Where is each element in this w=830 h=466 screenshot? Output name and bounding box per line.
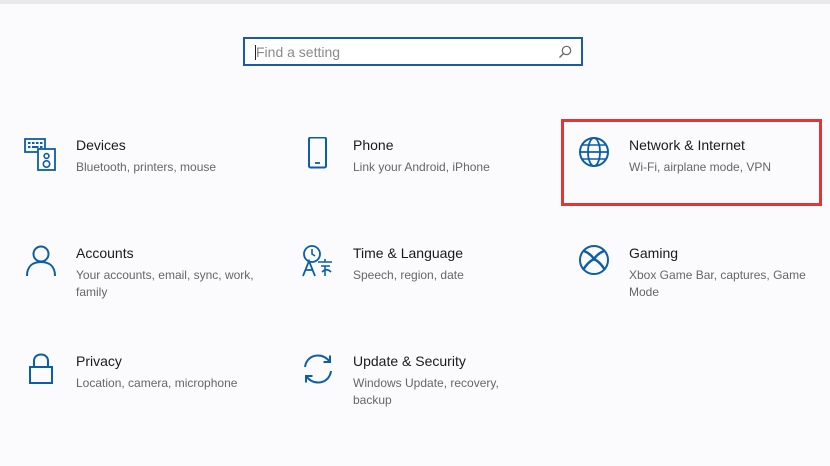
- tile-description: Link your Android, iPhone: [353, 160, 490, 174]
- phone-icon: [301, 137, 335, 173]
- tile-gaming[interactable]: Gaming Xbox Game Bar, captures, Game Mod…: [577, 245, 807, 305]
- xbox-icon: [577, 245, 611, 281]
- lock-icon: [24, 353, 58, 389]
- sync-icon: [301, 353, 335, 389]
- search-icon[interactable]: [557, 44, 573, 60]
- tile-privacy[interactable]: Privacy Location, camera, microphone: [24, 353, 254, 413]
- tile-description: Windows Update, recovery, backup: [353, 376, 499, 407]
- tile-time-language[interactable]: Time & Language Speech, region, date: [301, 245, 531, 305]
- tile-update-security[interactable]: Update & Security Windows Update, recove…: [301, 353, 531, 413]
- tile-description: Location, camera, microphone: [76, 376, 238, 390]
- tile-phone[interactable]: Phone Link your Android, iPhone: [301, 137, 531, 197]
- tile-title: Accounts: [76, 245, 134, 261]
- tile-devices[interactable]: Devices Bluetooth, printers, mouse: [24, 137, 254, 197]
- tile-description: Bluetooth, printers, mouse: [76, 160, 217, 174]
- tile-title: Devices: [76, 137, 126, 153]
- tile-description: Speech, region, date: [353, 268, 464, 282]
- top-strip: [0, 0, 830, 4]
- time-language-icon: [301, 245, 335, 281]
- tile-description: Your accounts, email, sync, work, family: [76, 268, 254, 299]
- tile-title: Update & Security: [353, 353, 466, 369]
- devices-icon: [24, 137, 58, 173]
- search-box[interactable]: [243, 37, 583, 66]
- person-icon: [24, 245, 58, 281]
- highlight-box: [561, 119, 822, 206]
- tile-title: Phone: [353, 137, 394, 153]
- tile-title: Gaming: [629, 245, 679, 261]
- tile-title: Time & Language: [353, 245, 463, 261]
- tile-description: Xbox Game Bar, captures, Game Mode: [629, 268, 806, 299]
- tile-accounts[interactable]: Accounts Your accounts, email, sync, wor…: [24, 245, 254, 305]
- search-input[interactable]: [256, 42, 556, 62]
- tile-title: Privacy: [76, 353, 122, 369]
